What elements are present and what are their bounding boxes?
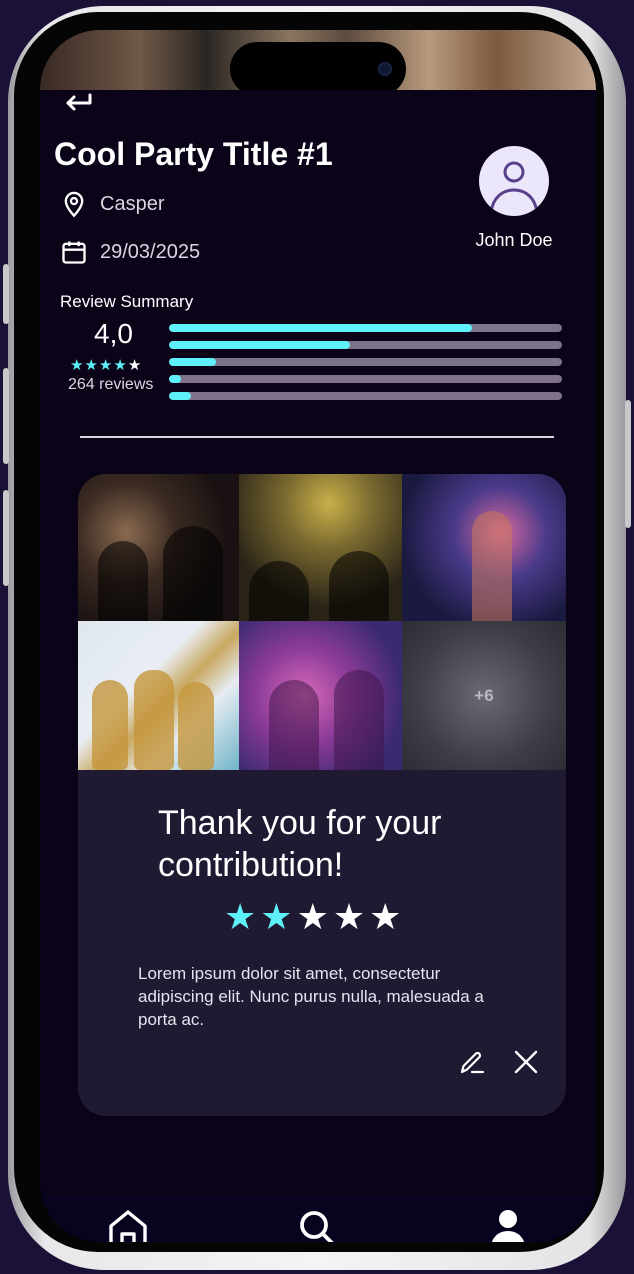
- average-rating: 4,0: [94, 318, 133, 349]
- photo-gallery: +6: [78, 474, 566, 770]
- date-row: 29/03/2025: [60, 238, 200, 266]
- volume-down-button: [3, 490, 9, 586]
- avatar: [479, 146, 549, 216]
- star-icon: ★: [113, 357, 128, 374]
- map-pin-icon: [64, 191, 84, 218]
- nav-profile[interactable]: [478, 1194, 538, 1242]
- bottom-navigation: [40, 1194, 596, 1242]
- edit-button[interactable]: [458, 1048, 486, 1081]
- review-summary-label: Review Summary: [60, 292, 194, 311]
- event-details: Cool Party Title #1 Casper 29/03/2025 Jo…: [40, 90, 596, 1242]
- front-camera: [378, 62, 392, 76]
- star-icon: ★: [296, 896, 333, 937]
- calendar-icon: [62, 241, 86, 264]
- gallery-photo[interactable]: [78, 621, 239, 770]
- review-text: Lorem ipsum dolor sit amet, consectetur …: [138, 964, 484, 1029]
- star-icon: ★: [260, 896, 297, 937]
- user-rating-stars: ★★★★★: [224, 896, 405, 938]
- gallery-more-photos[interactable]: +6: [402, 621, 566, 770]
- star-icon: ★: [332, 896, 370, 937]
- star-icon: ★: [98, 357, 114, 374]
- rating-bar-fill: [169, 341, 350, 349]
- rating-distribution: [169, 324, 562, 409]
- app-screen: Cool Party Title #1 Casper 29/03/2025 Jo…: [40, 30, 596, 1242]
- back-button[interactable]: [64, 90, 94, 122]
- rating-bar-fill: [169, 324, 472, 332]
- more-photos-count: +6: [474, 685, 494, 705]
- close-button[interactable]: [512, 1048, 540, 1081]
- section-divider: [80, 436, 554, 438]
- volume-up-button: [3, 368, 9, 464]
- return-arrow-icon: [66, 93, 92, 111]
- event-location: Casper: [100, 192, 165, 215]
- pencil-icon: [460, 1051, 485, 1074]
- star-icon: ★: [369, 896, 406, 937]
- event-title: Cool Party Title #1: [54, 136, 333, 172]
- card-actions: [458, 1048, 540, 1081]
- mute-switch: [3, 264, 9, 324]
- rating-bar-fill: [169, 358, 217, 366]
- event-date: 29/03/2025: [100, 240, 201, 263]
- user-icon: [489, 161, 539, 213]
- star-icon: ★: [127, 357, 143, 374]
- close-icon: [514, 1050, 538, 1074]
- home-icon: [109, 1210, 147, 1242]
- location-row: Casper: [60, 190, 164, 218]
- rating-bar-fill: [169, 392, 191, 400]
- rating-bar: [169, 324, 562, 332]
- rating-bar-fill: [169, 375, 181, 383]
- host-profile[interactable]: John Doe: [464, 146, 564, 251]
- rating-bar: [169, 358, 562, 366]
- rating-bar: [169, 341, 562, 349]
- contribution-card: +6 Thank you for your contribution! ★★★★…: [78, 474, 566, 1116]
- contribution-heading: Thank you for your contribution!: [158, 804, 442, 884]
- star-icon: ★: [70, 357, 85, 374]
- search-icon: [300, 1211, 334, 1242]
- gallery-photo[interactable]: [239, 474, 402, 621]
- star-icon: ★: [224, 896, 261, 937]
- host-name: John Doe: [475, 230, 553, 250]
- rating-bar: [169, 392, 562, 400]
- dynamic-island: [230, 42, 406, 96]
- star-icon: ★: [84, 357, 99, 374]
- nav-home[interactable]: [98, 1194, 158, 1242]
- average-stars: ★★★★★: [70, 356, 142, 374]
- nav-search[interactable]: [288, 1194, 348, 1242]
- power-button: [625, 400, 631, 528]
- profile-icon: [492, 1210, 524, 1242]
- review-count: 264 reviews: [68, 376, 154, 393]
- gallery-photo[interactable]: [402, 474, 566, 621]
- gallery-photo[interactable]: [78, 474, 239, 621]
- gallery-photo[interactable]: [239, 621, 402, 770]
- rating-bar: [169, 375, 562, 383]
